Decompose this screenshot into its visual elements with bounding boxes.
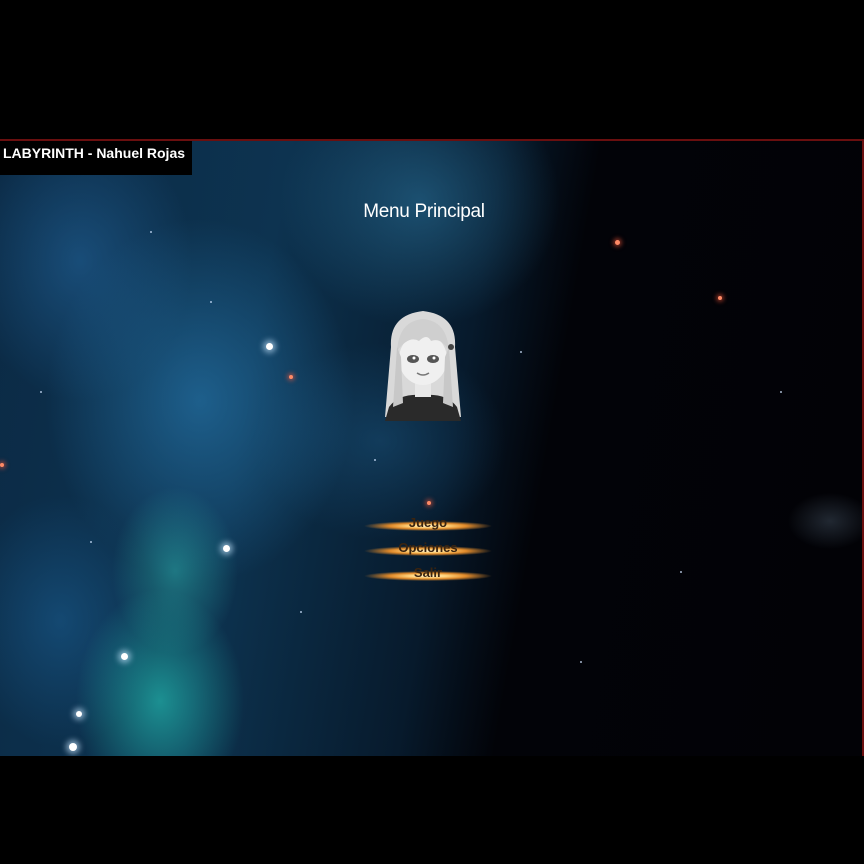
salir-button[interactable]: Salir [364,565,492,585]
star [266,343,273,350]
star [69,743,77,751]
letterbox-bottom [0,756,864,864]
menu-title: Menu Principal [363,201,485,222]
star [0,463,4,467]
star [718,296,722,300]
star [40,391,42,393]
star [150,231,152,233]
juego-button[interactable]: Juego [364,515,492,535]
juego-button-label: Juego [408,515,448,530]
opciones-button[interactable]: Opciones [364,540,492,560]
star [289,375,293,379]
star [615,240,620,245]
space-background [0,141,862,757]
star [520,351,522,353]
salir-button-label: Salir [413,565,443,580]
star [300,611,302,613]
star [427,501,431,505]
letterbox-top [0,0,864,139]
star [780,391,782,393]
avatar [385,311,461,421]
game-window: LABYRINTH - Nahuel Rojas Menu Principal … [0,139,864,757]
star [76,711,82,717]
star [210,301,212,303]
star [374,459,376,461]
star [121,653,128,660]
window-title: LABYRINTH - Nahuel Rojas [0,141,192,175]
opciones-button-label: Opciones [398,540,458,555]
star [90,541,92,543]
star [680,571,682,573]
star [580,661,582,663]
star [223,545,230,552]
